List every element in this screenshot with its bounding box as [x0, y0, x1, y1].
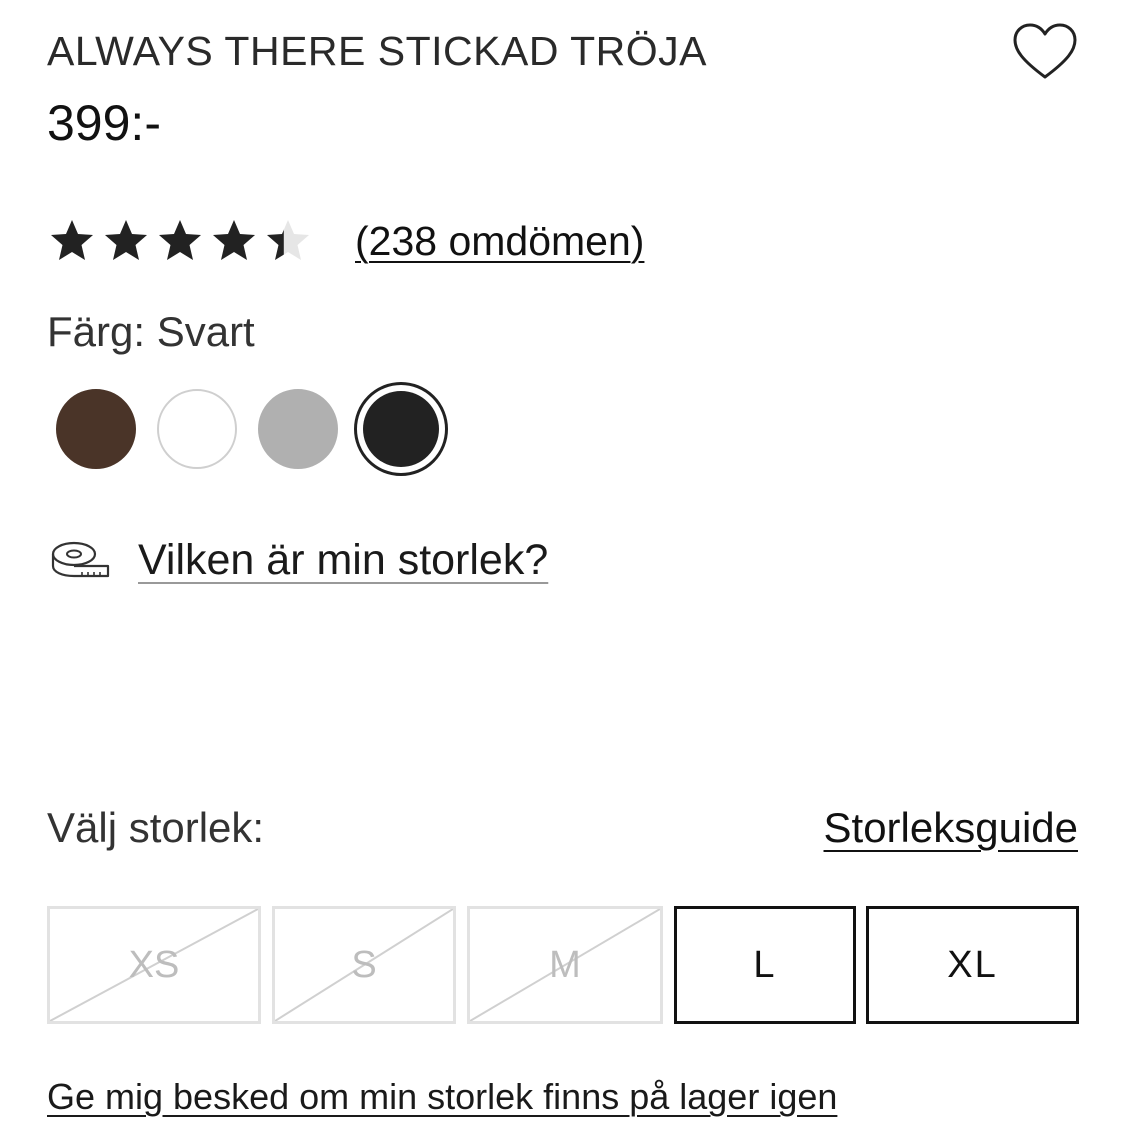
- choose-size-label: Välj storlek:: [47, 804, 265, 851]
- color-swatch-white[interactable]: [157, 389, 237, 469]
- star-icon: [159, 220, 201, 260]
- star-icon: [213, 220, 255, 260]
- product-price: 399:-: [47, 95, 161, 151]
- measuring-tape-icon: [51, 541, 110, 577]
- reviews-link[interactable]: (238 omdömen): [355, 218, 644, 265]
- rating-row: (238 omdömen): [47, 215, 644, 267]
- notify-restock-link[interactable]: Ge mig besked om min storlek finns på la…: [47, 1076, 837, 1118]
- size-option-s[interactable]: S: [272, 906, 456, 1024]
- star-icon: [105, 220, 147, 260]
- heart-outline-icon[interactable]: [1012, 22, 1078, 82]
- size-option-label: L: [753, 943, 777, 986]
- size-option-label: S: [351, 943, 377, 986]
- size-option-xs[interactable]: XS: [47, 906, 261, 1024]
- size-option-label: M: [549, 943, 581, 986]
- size-help-link[interactable]: Vilken är min storlek?: [50, 536, 548, 585]
- star-icon: [267, 220, 309, 260]
- color-swatch-fill: [363, 391, 439, 467]
- size-option-xl[interactable]: XL: [866, 906, 1079, 1024]
- color-swatch-brown[interactable]: [56, 389, 136, 469]
- size-option-m[interactable]: M: [467, 906, 663, 1024]
- product-title: ALWAYS THERE STICKAD TRÖJA: [47, 28, 708, 74]
- size-option-label: XS: [128, 943, 180, 986]
- color-swatch-grey[interactable]: [258, 389, 338, 469]
- color-label: Färg: Svart: [47, 308, 255, 355]
- size-option-l[interactable]: L: [674, 906, 856, 1024]
- size-option-label: XL: [947, 943, 998, 986]
- size-guide-link[interactable]: Storleksguide: [824, 804, 1078, 852]
- product-page: ALWAYS THERE STICKAD TRÖJA 399:- (238 om…: [0, 0, 1125, 1125]
- star-icon: [51, 220, 93, 260]
- color-swatch-black[interactable]: [354, 382, 448, 476]
- star-rating[interactable]: [47, 217, 313, 265]
- size-help-label: Vilken är min storlek?: [138, 536, 549, 584]
- color-swatches: [56, 382, 456, 476]
